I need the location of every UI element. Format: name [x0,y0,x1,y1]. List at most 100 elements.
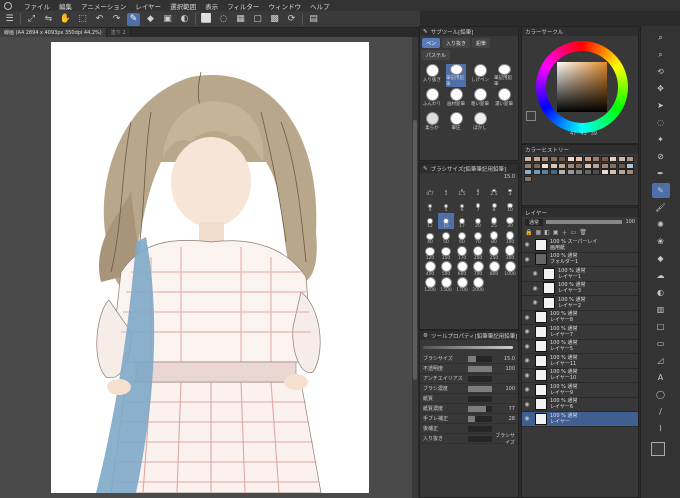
property-slider[interactable] [468,365,492,372]
move-icon[interactable]: ✥ [652,81,670,96]
color-swatch[interactable] [609,156,617,162]
color-swatch[interactable] [566,162,575,169]
mask-icon[interactable]: ▣ [553,229,559,236]
brush-item[interactable]: 筆記用鉛筆 [446,64,466,87]
color-swatch[interactable] [549,156,558,162]
property-row[interactable]: ブラシサイズ 15.0 [420,354,518,364]
undo-icon[interactable]: ↶ [93,13,106,26]
rotate-view-icon[interactable]: ⟲ [652,64,670,79]
color-swatch[interactable] [600,156,609,162]
eraser-tool-icon[interactable]: ◆ [652,251,670,266]
fill-icon[interactable]: ◐ [178,13,191,26]
color-swatch[interactable] [583,169,592,175]
lasso-icon[interactable]: ◌ [217,13,230,26]
color-swatch[interactable] [575,169,583,175]
menu-edit[interactable]: 編集 [59,1,72,11]
eye-icon[interactable]: ◉ [530,299,540,306]
color-swatch[interactable] [541,162,549,169]
eye-icon[interactable]: ◉ [522,314,532,321]
brush-size-preset[interactable]: 2000 [470,277,486,293]
eye-icon[interactable]: ◉ [522,357,532,364]
brush-size-preset[interactable]: 1500 [438,277,454,293]
rotate-icon[interactable]: ⟳ [285,13,298,26]
layer-row[interactable]: ◉ 100 % 通常 レイヤー6 [522,398,638,412]
color-swatch[interactable] [524,156,532,162]
property-slider[interactable] [468,435,492,442]
clip-icon[interactable]: ▦ [535,229,541,236]
brush-item[interactable]: 筆圧 [446,112,466,135]
brush-item[interactable]: しげペン [470,64,490,87]
brush-size-preset[interactable]: 250 [486,245,502,261]
brush-item[interactable]: 柔らか [422,112,442,135]
property-row[interactable]: 不透明度 100 [420,364,518,374]
color-swatch[interactable] [524,162,532,169]
figure-icon[interactable]: □ [652,319,670,334]
fill-tool-icon[interactable]: ◐ [652,285,670,300]
brush-size-preset[interactable]: 17 [454,213,470,229]
redo-icon[interactable]: ↷ [110,13,123,26]
brush-item[interactable]: 筆記用鉛筆 [494,64,514,87]
eye-icon[interactable]: ◉ [522,328,532,335]
brush-size-preset[interactable]: 60 [454,229,470,245]
opacity-slider[interactable] [546,220,623,224]
group-pastel-button[interactable]: パステル [422,50,451,60]
brush-size-preset[interactable]: 2 [470,181,486,197]
property-slider[interactable] [468,425,492,432]
brush-size-preset[interactable]: 0.7 [422,181,438,197]
eye-icon[interactable]: ◉ [522,386,532,393]
color-swatch[interactable] [617,156,626,162]
brush-item[interactable] [494,112,514,135]
color-swatch[interactable] [626,156,634,162]
brush-size-preset[interactable]: 170 [454,245,470,261]
group-pencil-button[interactable]: 鉛筆 [472,38,491,48]
brush-size-preset[interactable]: 300 [502,245,518,261]
blend-tool-icon[interactable]: ☁ [652,268,670,283]
property-row[interactable]: 紙質濃度 77 [420,404,518,414]
color-swatch[interactable] [558,162,566,169]
brush-size-preset[interactable]: 150 [438,245,454,261]
menu-layer[interactable]: レイヤー [135,1,161,11]
airbrush-icon[interactable]: ✺ [652,217,670,232]
color-swatch[interactable] [524,169,532,175]
canvas-scroll-thumb[interactable] [413,120,417,380]
brush-size-preset[interactable]: 10 [502,197,518,213]
stamp-icon[interactable]: ▣ [161,13,174,26]
brush-size-preset[interactable]: 70 [470,229,486,245]
color-swatch[interactable] [592,162,600,169]
folder-icon[interactable]: ▭ [571,229,577,236]
color-swatch[interactable] [549,162,558,169]
main-color-swatch[interactable] [526,111,536,121]
eye-icon[interactable]: ◉ [522,241,532,248]
brush-size-preset[interactable]: 7 [470,197,486,213]
frame-icon[interactable]: ▭ [652,336,670,351]
color-swatch[interactable] [558,156,566,162]
brush-tool-icon[interactable]: 🖌 [652,200,670,215]
brush-size-preset[interactable]: 1000 [502,261,518,277]
eye-icon[interactable]: ◉ [530,285,540,292]
brush-size-preset[interactable]: 1700 [454,277,470,293]
grid-icon[interactable]: ▩ [268,13,281,26]
hamburger-menu-icon[interactable]: ☰ [3,13,16,26]
group-inout-button[interactable]: 入り抜き [442,38,471,48]
brush-item[interactable]: 濃い鉛筆 [494,88,514,111]
color-swatch[interactable] [583,162,592,169]
property-row[interactable]: アンチエイリアス [420,374,518,384]
hand-icon[interactable]: ✋ [59,13,72,26]
brush-size-preset[interactable]: 700 [470,261,486,277]
brush-size-preset[interactable]: 3 [502,181,518,197]
color-swatch[interactable] [583,156,592,162]
layer-row[interactable]: ◉ 100 % 通常 レイヤー3 [522,282,638,296]
pen-icon[interactable]: ✎ [127,12,140,26]
invert-selection-icon[interactable]: ▦ [234,13,247,26]
brush-size-preset[interactable]: 80 [486,229,502,245]
brush-size-preset[interactable]: 30 [502,213,518,229]
color-swatch[interactable] [532,156,541,162]
delete-icon[interactable]: 🗑 [579,229,587,236]
color-swatch[interactable] [617,169,626,175]
correction-icon[interactable]: ⌇ [652,421,670,436]
color-swatch[interactable] [532,169,541,175]
brush-item[interactable]: ふんわり [422,88,442,111]
brush-size-preset[interactable]: 12 [422,213,438,229]
blend-mode-select[interactable]: 通常 [525,218,544,226]
layer-row[interactable]: ◉ 100 % 通常 レイヤー1 [522,267,638,282]
